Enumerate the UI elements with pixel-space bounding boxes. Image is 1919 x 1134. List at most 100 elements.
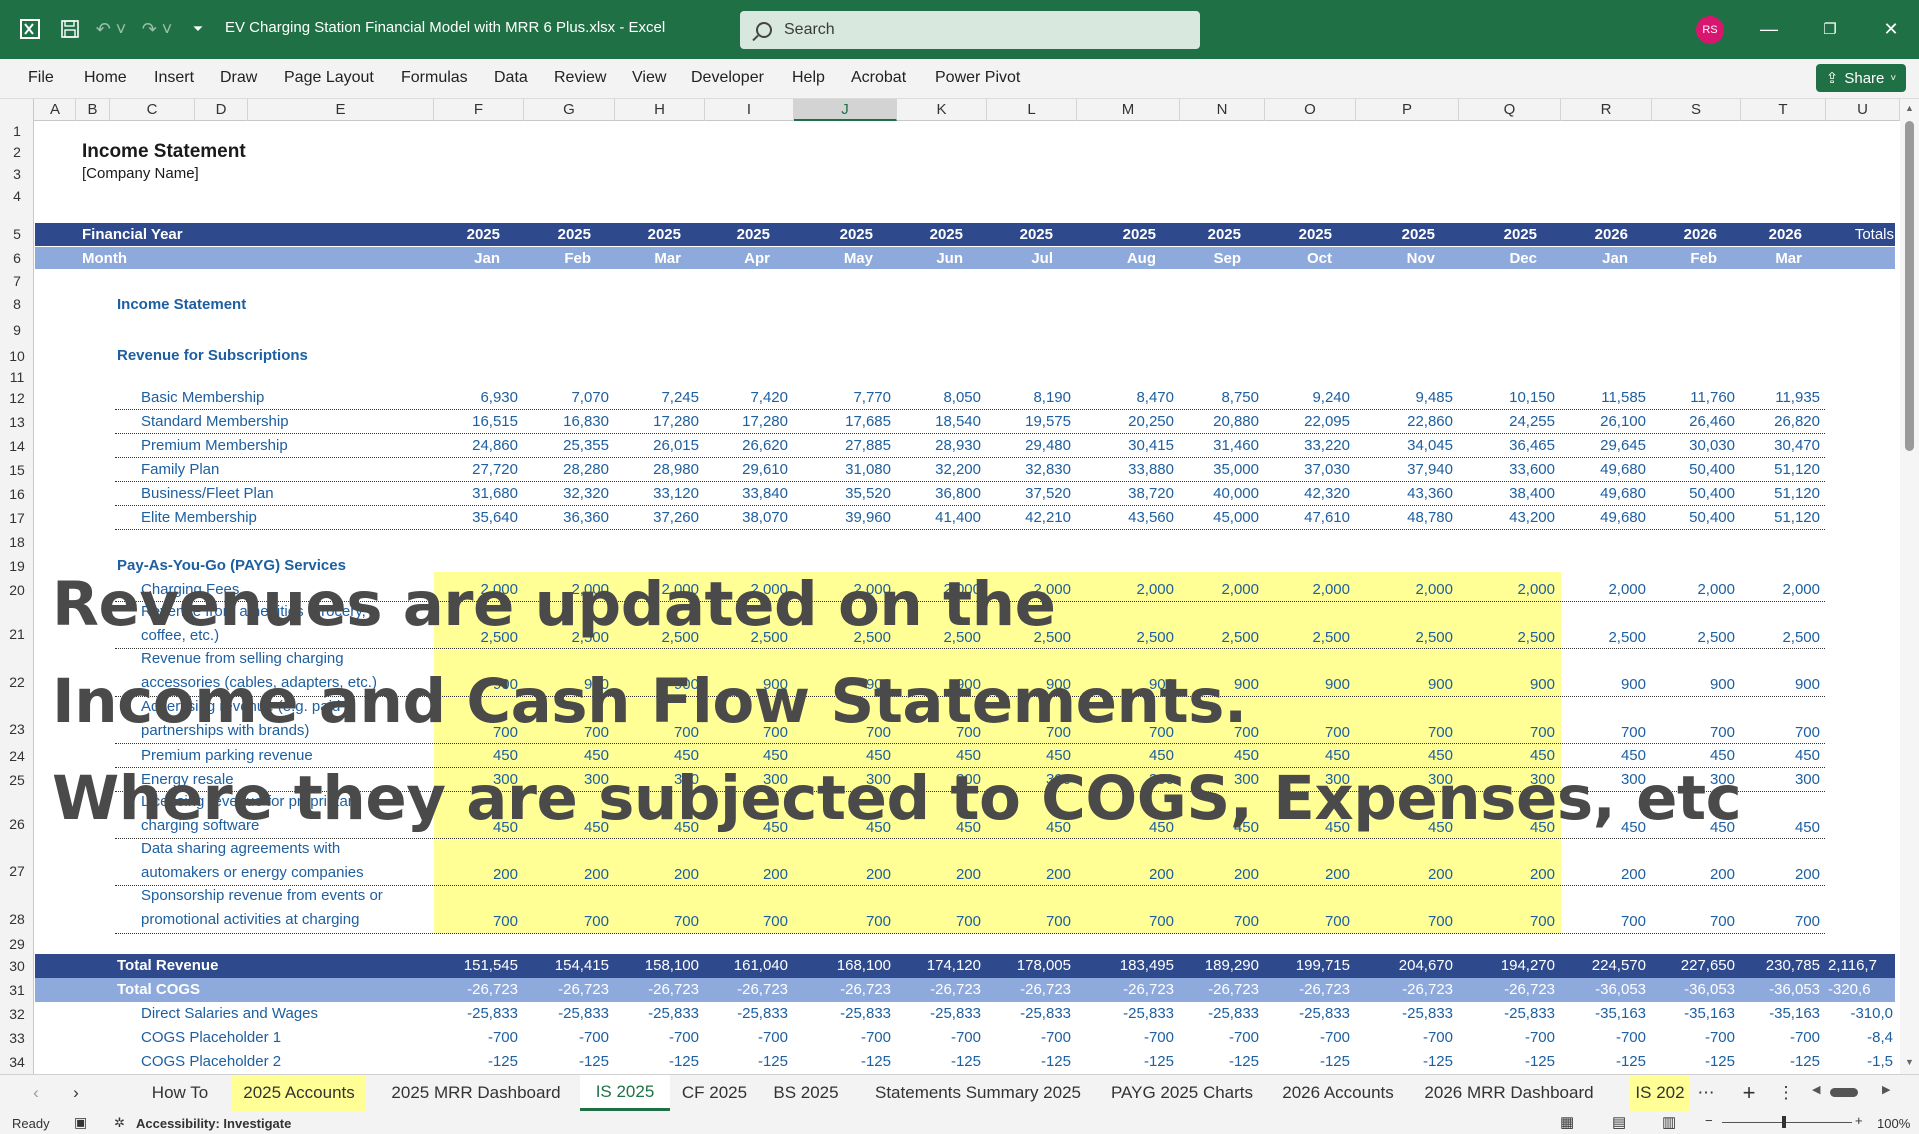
value-cell[interactable]: 37,260 [615,506,699,530]
value-cell[interactable]: 450 [1741,744,1820,768]
scroll-left-icon[interactable]: ◀ [1812,1083,1820,1096]
add-sheet-icon[interactable]: + [1734,1075,1764,1111]
value-cell[interactable]: -25,833 [705,1002,788,1026]
value-cell[interactable]: 200 [1265,863,1350,887]
value-cell[interactable]: -125 [705,1050,788,1074]
value-cell[interactable]: 33,880 [1077,458,1174,482]
zoom-slider-thumb[interactable] [1782,1116,1786,1128]
zoom-slider[interactable] [1722,1122,1852,1123]
column-header-d[interactable]: D [195,99,248,121]
value-cell[interactable]: -25,833 [434,1002,518,1026]
value-cell[interactable]: 2,500 [1741,626,1820,650]
value-cell[interactable]: 38,070 [705,506,788,530]
value-cell[interactable]: 700 [1741,721,1820,745]
hscroll-thumb[interactable] [1830,1088,1858,1097]
value-cell[interactable]: 33,600 [1459,458,1555,482]
sheet-tab[interactable]: Statements Summary 2025 [862,1075,1094,1111]
value-cell[interactable]: 8,470 [1077,386,1174,410]
value-cell[interactable]: 40,000 [1180,482,1259,506]
total-cogs-value[interactable]: -36,053 [1652,978,1735,1002]
sheet-tab[interactable]: How To [135,1075,225,1111]
value-cell[interactable]: 700 [1265,721,1350,745]
value-cell[interactable]: -25,833 [897,1002,981,1026]
value-cell[interactable]: 700 [1180,910,1259,934]
value-cell[interactable]: -125 [1077,1050,1174,1074]
sheet-tab[interactable]: 2025 MRR Dashboard [376,1075,576,1111]
menu-page-layout[interactable]: Page Layout [284,69,374,87]
column-header-r[interactable]: R [1561,99,1652,121]
total-revenue-value[interactable]: 230,785 [1741,954,1820,978]
zoom-in-icon[interactable]: + [1855,1113,1863,1128]
menu-developer[interactable]: Developer [691,69,764,87]
scrollbar-thumb[interactable] [1905,121,1914,451]
value-cell[interactable]: 10,150 [1459,386,1555,410]
value-cell[interactable]: 2,500 [1356,626,1453,650]
row-header-13[interactable]: 13 [0,410,34,434]
value-cell[interactable]: 700 [1561,721,1646,745]
row-header-31[interactable]: 31 [0,978,34,1002]
value-cell[interactable]: 35,000 [1180,458,1259,482]
value-cell[interactable]: 51,120 [1741,458,1820,482]
total-revenue-value[interactable]: 158,100 [615,954,699,978]
value-cell[interactable]: -125 [1459,1050,1555,1074]
value-cell[interactable]: 26,460 [1652,410,1735,434]
value-cell[interactable]: 17,685 [794,410,891,434]
total-cogs-value[interactable]: -26,723 [434,978,518,1002]
value-cell[interactable]: 28,280 [524,458,609,482]
search-input[interactable]: Search [740,11,1200,49]
row-header-2[interactable]: 2 [0,141,34,163]
value-cell[interactable]: 200 [794,863,891,887]
total-cogs-value[interactable]: -26,723 [1356,978,1453,1002]
value-cell[interactable]: 2,000 [1459,578,1555,602]
row-header-20[interactable]: 20 [0,578,34,602]
value-cell[interactable]: 37,520 [987,482,1071,506]
value-cell[interactable]: 22,095 [1265,410,1350,434]
sheet-tab[interactable]: 2026 MRR Dashboard [1424,1075,1593,1111]
total-revenue-value[interactable]: 204,670 [1356,954,1453,978]
value-cell[interactable]: 50,400 [1652,482,1735,506]
value-cell[interactable]: 200 [1180,863,1259,887]
value-cell[interactable]: 900 [1741,673,1820,697]
value-cell[interactable]: 200 [1741,863,1820,887]
value-cell[interactable]: 200 [987,863,1071,887]
column-header-u[interactable]: U [1826,99,1900,121]
value-cell[interactable]: 27,885 [794,434,891,458]
tab-options-icon[interactable]: ⋮ [1776,1075,1796,1111]
menu-review[interactable]: Review [554,69,606,87]
value-cell[interactable]: -700 [1180,1026,1259,1050]
row-total[interactable]: -310,0 [1843,1005,1893,1022]
row-header-9[interactable]: 9 [0,317,34,344]
value-cell[interactable]: 28,930 [897,434,981,458]
menu-draw[interactable]: Draw [220,69,257,87]
value-cell[interactable]: -25,833 [794,1002,891,1026]
menu-insert[interactable]: Insert [154,69,194,87]
value-cell[interactable]: -25,833 [1180,1002,1259,1026]
save-icon[interactable] [58,17,82,41]
value-cell[interactable]: 9,485 [1356,386,1453,410]
tab-scroll-left-icon[interactable]: ‹ [24,1075,48,1111]
total-revenue-total[interactable]: 2,116,7 [1828,957,1877,974]
value-cell[interactable]: 43,360 [1356,482,1453,506]
value-cell[interactable]: 51,120 [1741,506,1820,530]
total-cogs-value[interactable]: -26,723 [1077,978,1174,1002]
value-cell[interactable]: 700 [524,910,609,934]
row-header-7[interactable]: 7 [0,271,34,291]
value-cell[interactable]: 26,820 [1741,410,1820,434]
value-cell[interactable]: 33,120 [615,482,699,506]
total-cogs-value[interactable]: -26,723 [615,978,699,1002]
value-cell[interactable]: 20,250 [1077,410,1174,434]
value-cell[interactable]: -700 [524,1026,609,1050]
more-tabs-icon[interactable]: ⋯ [1693,1075,1719,1111]
avatar[interactable]: RS [1696,16,1724,44]
horizontal-scrollbar[interactable]: ◀ ▶ [1812,1083,1896,1101]
undo-icon[interactable]: ↶ ˅ [94,17,128,41]
value-cell[interactable]: -125 [1652,1050,1735,1074]
value-cell[interactable]: -25,833 [1077,1002,1174,1026]
value-cell[interactable]: 200 [434,863,518,887]
row-header-14[interactable]: 14 [0,434,34,458]
value-cell[interactable]: 26,620 [705,434,788,458]
value-cell[interactable]: 36,360 [524,506,609,530]
column-header-b[interactable]: B [76,99,110,121]
total-cogs-value[interactable]: -36,053 [1561,978,1646,1002]
value-cell[interactable]: 33,840 [705,482,788,506]
